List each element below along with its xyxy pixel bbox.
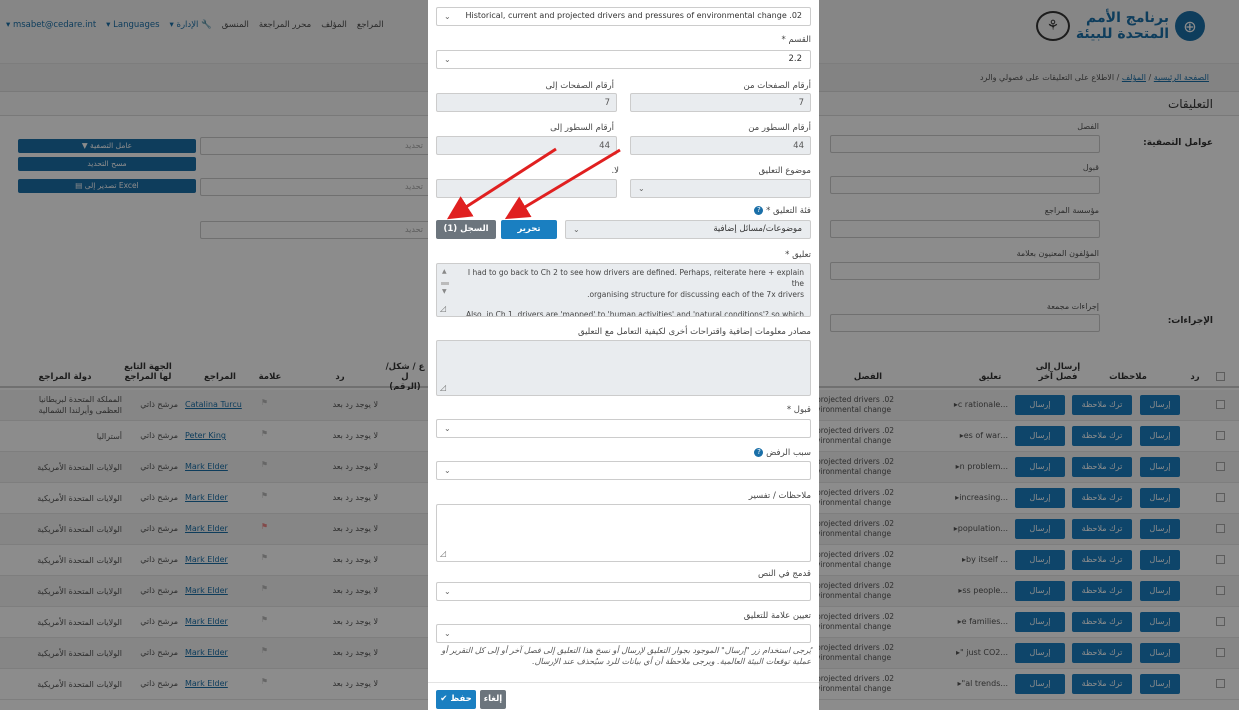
red-arrow-edit — [504, 148, 621, 220]
page-background: ▾ msabet@cedare.int ▾ Languages ▾ الإدار… — [0, 0, 1239, 710]
red-arrow-history — [446, 147, 557, 220]
annotation-arrows — [446, 147, 621, 220]
